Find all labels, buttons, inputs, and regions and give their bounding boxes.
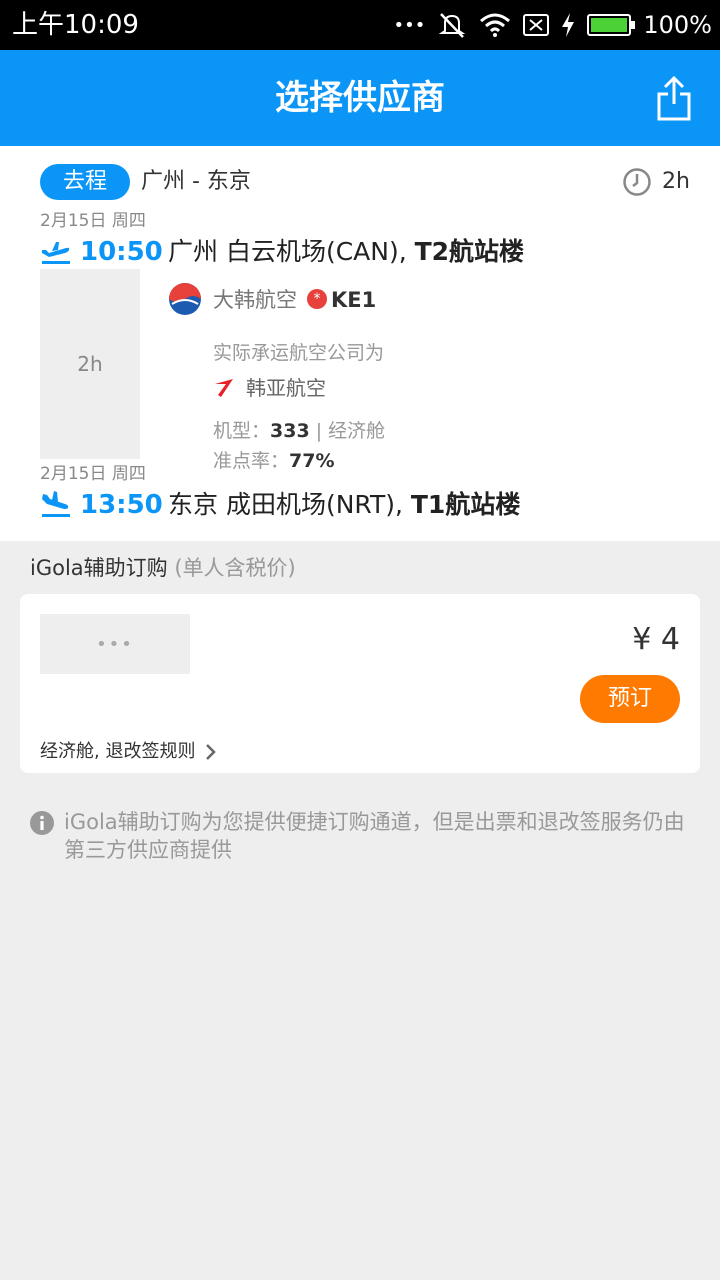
aircraft-type: 333 [270,420,310,442]
flight-duration-block: 2h [40,269,140,459]
status-bar: 上午10:09 ••• 100% [0,0,720,50]
ontime-rate: 77% [289,450,335,472]
aircraft-separator: | [309,420,329,442]
status-time: 上午10:09 [12,10,139,40]
aircraft-info: 机型：333 | 经济舱 [213,417,385,445]
price: ¥ 4 [632,622,680,657]
battery-percentage: 100% [643,11,712,39]
ontime-label: 准点率： [213,450,290,472]
arrival-airport: 东京 成田机场(NRT), T1航站楼 [168,488,520,522]
departure-date: 2月15日 周四 [40,211,146,231]
notice-text: iGola辅助订购为您提供便捷订购通道，但是出票和退改签服务仍由第三方供应商提供 [64,810,685,862]
share-icon[interactable] [656,76,692,122]
wifi-icon [480,13,511,37]
cabin-class: 经济舱 [328,420,386,442]
departure-airport: 广州 白云机场(CAN), T2航站楼 [168,235,524,269]
refund-rules-link[interactable]: 经济舱, 退改签规则 [40,740,217,764]
total-duration: 2h [622,166,690,198]
supplier-logo-placeholder: ••• [40,614,190,674]
flight-number: KE1 [331,288,377,312]
departure-airport-name: 广州 白云机场(CAN), [168,237,415,266]
section-title: iGola辅助订购 [30,556,168,580]
refund-rules-label: 经济舱, 退改签规则 [40,741,196,762]
title-bar: 选择供应商 [0,50,720,146]
battery-icon [587,14,636,36]
operator-name: 韩亚航空 [246,376,326,400]
arrival-time: 13:50 [80,490,163,520]
ontime-info: 准点率：77% [213,447,335,475]
korean-air-logo [169,283,201,315]
clock-icon [623,168,651,196]
total-duration-text: 2h [662,169,690,194]
status-icons: ••• 100% [394,9,712,41]
arrival-airport-name: 东京 成田机场(NRT), [168,490,411,519]
book-button[interactable]: 预订 [580,675,680,723]
landing-icon [42,491,70,517]
airline-name: 大韩航空 [213,288,297,312]
chevron-right-icon [206,744,217,760]
departure-terminal: T2航站楼 [414,237,525,266]
more-dots-icon: ••• [393,14,426,36]
trip-type-badge: 去程 [40,164,130,200]
arrival-terminal: T1航站楼 [410,490,521,519]
operator-label: 实际承运航空公司为 [213,342,385,364]
takeoff-icon [42,242,70,264]
arrival-date: 2月15日 周四 [40,464,146,484]
codeshare-icon: * [307,289,327,309]
route-text: 广州 - 东京 [141,169,251,194]
charging-icon [562,13,575,37]
info-icon [30,811,54,835]
departure-time: 10:50 [80,237,163,267]
aircraft-label: 机型： [213,420,271,442]
asiana-logo [215,379,233,397]
page-title: 选择供应商 [275,78,445,118]
section-subtitle: (单人含税价) [174,556,296,580]
supplier-card[interactable]: ••• ¥ 4 预订 经济舱, 退改签规则 [20,594,700,773]
flight-card: 去程 广州 - 东京 2h 2月15日 周四 10:50 广州 白云机场(CAN… [0,146,720,541]
mute-icon [439,13,466,38]
no-sim-icon [523,14,550,36]
supplier-section-title: iGola辅助订购 (单人含税价) [30,553,296,583]
